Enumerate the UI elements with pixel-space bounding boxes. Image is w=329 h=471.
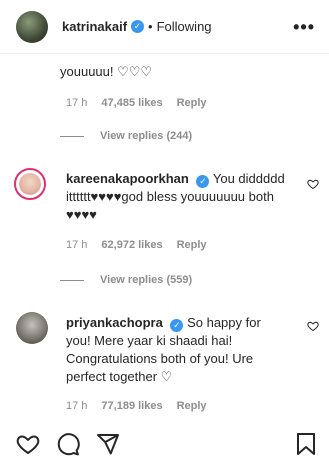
replies-divider: [60, 279, 84, 281]
comment-1-meta: 17 h 47,485 likes Reply: [66, 97, 221, 109]
author-avatar[interactable]: [16, 10, 48, 43]
bookmark-icon[interactable]: [296, 432, 316, 456]
avatar-image: [19, 173, 41, 195]
comment-2-line-1: kareenakapoorkhan ✓ You diddddd: [66, 170, 285, 188]
comment-2-view-replies-label[interactable]: View replies (559): [100, 274, 192, 286]
comment-3-line-3: Congratulations both of you! Ure: [66, 351, 254, 366]
comment-3-username[interactable]: priyankachopra: [66, 315, 163, 330]
comment-2-avatar[interactable]: [14, 168, 46, 200]
comment-1-likes[interactable]: 47,485 likes: [101, 97, 162, 109]
comment-2-meta: 17 h 62,972 likes Reply: [66, 239, 221, 251]
comment-1-text: youuuuu! ♡♡♡: [60, 64, 153, 79]
comment-3-like-heart-icon[interactable]: [307, 320, 319, 332]
verified-badge-icon: ✓: [131, 20, 145, 33]
author-username[interactable]: katrinakaif: [62, 19, 127, 34]
comment-3-line-1: priyankachopra ✓ So happy for: [66, 314, 261, 332]
verified-badge-icon: ✓: [196, 175, 210, 188]
comment-2-text-1: You diddddd: [212, 171, 285, 186]
action-bar: [0, 420, 329, 471]
comment-2-view-replies[interactable]: View replies (559): [60, 274, 192, 286]
comment-2-reply-button[interactable]: Reply: [177, 239, 207, 251]
heart-icon[interactable]: [16, 432, 40, 456]
comment-3-line-4: perfect together ♡: [66, 369, 173, 384]
comment-1-reply-button[interactable]: Reply: [177, 97, 207, 109]
comment-2-line-3: ♥♥♥♥: [66, 207, 97, 222]
comment-3-time: 17 h: [66, 400, 88, 412]
comment-2-likes[interactable]: 62,972 likes: [101, 239, 162, 251]
comment-2-line-2: itttttt♥♥♥♥god bless youuuuuuu both: [66, 189, 274, 204]
comment-icon[interactable]: [56, 432, 80, 456]
comment-2-username[interactable]: kareenakapoorkhan: [66, 171, 189, 186]
comment-2-like-heart-icon[interactable]: [307, 178, 319, 190]
comment-1-time: 17 h: [66, 97, 88, 109]
comment-3-meta: 17 h 77,189 likes Reply: [66, 400, 221, 412]
share-icon[interactable]: [96, 432, 120, 456]
comment-3-avatar[interactable]: [16, 312, 48, 344]
header-separator: •: [148, 19, 153, 34]
comment-1-view-replies-label[interactable]: View replies (244): [100, 130, 192, 142]
more-options-icon[interactable]: •••: [293, 17, 315, 38]
comment-3-line-2: you! Mere yaar ki shaadi hai!: [66, 333, 233, 348]
comment-3-reply-button[interactable]: Reply: [177, 400, 207, 412]
comment-1-view-replies[interactable]: View replies (244): [60, 130, 192, 142]
comment-3-text-1: So happy for: [187, 315, 261, 330]
comment-3-likes[interactable]: 77,189 likes: [101, 400, 162, 412]
comment-2-time: 17 h: [66, 239, 88, 251]
verified-badge-icon: ✓: [170, 319, 184, 332]
post-header: katrinakaif ✓ • Following •••: [0, 0, 329, 54]
replies-divider: [60, 135, 84, 137]
follow-status-button[interactable]: Following: [157, 19, 212, 34]
